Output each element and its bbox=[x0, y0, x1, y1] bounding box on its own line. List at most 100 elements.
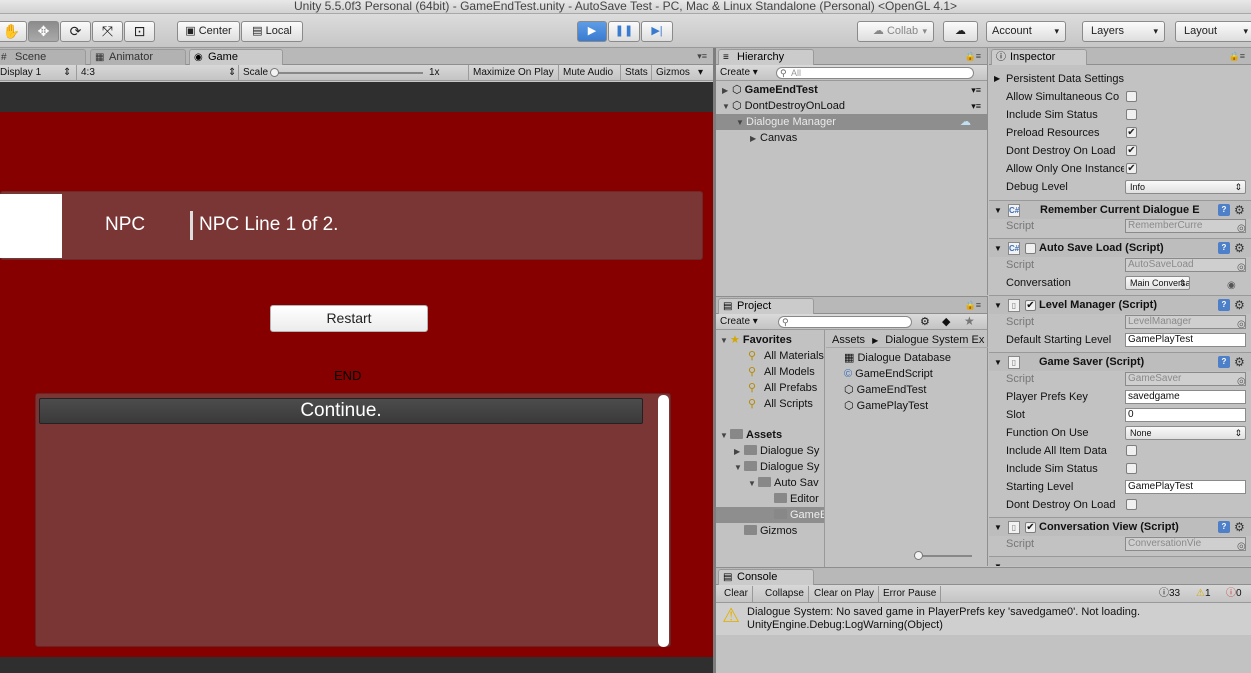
hand-tool-button[interactable]: ✋ bbox=[0, 21, 27, 42]
space-local-button[interactable]: ▤ Local bbox=[241, 21, 303, 42]
tab-game[interactable]: ◉ Game bbox=[189, 49, 283, 65]
conversation-picker-icon[interactable]: ◉ bbox=[1227, 277, 1236, 295]
help-icon[interactable]: ? bbox=[1218, 356, 1230, 368]
asset-gameendtest[interactable]: ⬡ GameEndTest bbox=[826, 382, 988, 398]
folder-dialogue-system-1[interactable]: ▶ Dialogue Sy bbox=[716, 443, 824, 459]
asset-dialogue-database[interactable]: ▦ Dialogue Database bbox=[826, 350, 988, 366]
breadcrumb-current[interactable]: Dialogue System Ex bbox=[885, 334, 984, 346]
level-manager-enabled-checkbox[interactable]: ✔ bbox=[1025, 300, 1036, 311]
scene-menu-icon[interactable]: ▾≡ bbox=[971, 82, 981, 98]
auto-save-load-enabled-checkbox[interactable] bbox=[1025, 243, 1036, 254]
panel-menu-icon[interactable]: 🔒≡ bbox=[965, 300, 981, 311]
tab-console[interactable]: ▤ Console bbox=[718, 569, 814, 585]
conversation-dropdown[interactable]: Main Conversatic bbox=[1125, 276, 1190, 290]
conversation-view-component[interactable]: ▼ ▯ ✔ Conversation View (Script) ? ⚙ bbox=[989, 517, 1251, 536]
collapse-icon[interactable]: ▼ bbox=[994, 557, 1002, 566]
account-dropdown[interactable]: Account bbox=[986, 21, 1066, 42]
conversation-view-script-field[interactable]: ConversationVie bbox=[1125, 537, 1246, 551]
level-manager-script-field[interactable]: LevelManager bbox=[1125, 315, 1246, 329]
function-on-use-dropdown[interactable]: None bbox=[1125, 426, 1246, 440]
panel-menu-icon[interactable]: 🔒≡ bbox=[965, 51, 981, 62]
tab-inspector[interactable]: ⓘ Inspector bbox=[991, 49, 1087, 65]
breadcrumb-assets[interactable]: Assets bbox=[832, 334, 865, 346]
scale-tool-button[interactable]: ⤧ bbox=[92, 21, 123, 42]
gizmos-toggle[interactable]: Gizmos bbox=[656, 66, 690, 80]
step-button[interactable]: ▶| bbox=[641, 21, 673, 42]
rect-tool-button[interactable]: ⊡ bbox=[124, 21, 155, 42]
hierarchy-item-dialogue-manager[interactable]: ▼ Dialogue Manager ☁ bbox=[716, 114, 987, 130]
default-starting-level-input[interactable]: GamePlayTest bbox=[1125, 333, 1246, 347]
object-picker-icon[interactable]: ◎ bbox=[1237, 220, 1246, 238]
favorite-all-prefabs[interactable]: ⚲ All Prefabs bbox=[716, 380, 824, 396]
error-pause-button[interactable]: Error Pause bbox=[879, 586, 942, 602]
icon-size-slider-thumb[interactable] bbox=[914, 551, 923, 560]
collapse-button[interactable]: Collapse bbox=[761, 586, 809, 602]
filter-type-icon[interactable]: ⚙ bbox=[920, 315, 930, 328]
warning-count-toggle[interactable]: ⚠1 bbox=[1196, 586, 1211, 602]
slot-input[interactable]: 0 bbox=[1125, 408, 1246, 422]
pivot-center-button[interactable]: ▣ Center bbox=[177, 21, 240, 42]
mute-audio-toggle[interactable]: Mute Audio bbox=[563, 66, 613, 80]
conversation-view-enabled-checkbox[interactable]: ✔ bbox=[1025, 522, 1036, 533]
game-saver-component[interactable]: ▼ ▯ Game Saver (Script) ? ⚙ bbox=[989, 352, 1251, 371]
favorites-header[interactable]: ▼ ★ Favorites bbox=[716, 332, 824, 348]
response-scrollbar[interactable] bbox=[658, 395, 669, 647]
player-prefs-key-input[interactable]: savedgame bbox=[1125, 390, 1246, 404]
collab-dropdown[interactable]: ☁ Collab bbox=[857, 21, 934, 42]
scene-menu-icon[interactable]: ▾≡ bbox=[971, 98, 981, 114]
debug-level-dropdown[interactable]: Info bbox=[1125, 180, 1246, 194]
clear-on-play-button[interactable]: Clear on Play bbox=[810, 586, 880, 602]
favorite-star-icon[interactable]: ★ bbox=[964, 314, 975, 328]
level-manager-component[interactable]: ▼ ▯ ✔ Level Manager (Script) ? ⚙ bbox=[989, 295, 1251, 314]
tab-project[interactable]: ▤ Project bbox=[718, 298, 814, 314]
folder-gameend[interactable]: GameE bbox=[716, 507, 824, 523]
aspect-dropdown[interactable]: 4:3 bbox=[81, 66, 95, 80]
include-all-item-data-checkbox[interactable] bbox=[1126, 445, 1137, 456]
layers-dropdown[interactable]: Layers bbox=[1082, 21, 1165, 42]
folder-dialogue-system-2[interactable]: ▼ Dialogue Sy bbox=[716, 459, 824, 475]
hierarchy-item-gameendtest[interactable]: ▶ ⬡ GameEndTest ▾≡ bbox=[716, 82, 987, 98]
folder-auto-save[interactable]: ▼ Auto Sav bbox=[716, 475, 824, 491]
starting-level-input[interactable]: GamePlayTest bbox=[1125, 480, 1246, 494]
help-icon[interactable]: ? bbox=[1218, 299, 1230, 311]
move-tool-button[interactable]: ✥ bbox=[28, 21, 59, 42]
help-icon[interactable]: ? bbox=[1218, 242, 1230, 254]
game-saver-dont-destroy-checkbox[interactable] bbox=[1126, 499, 1137, 510]
collapse-icon[interactable]: ▼ bbox=[736, 115, 746, 131]
tab-animator[interactable]: ▦ Animator bbox=[90, 49, 186, 65]
play-button[interactable]: ▶ bbox=[577, 21, 607, 42]
panel-menu-icon[interactable]: 🔒≡ bbox=[1229, 51, 1245, 62]
game-saver-include-sim-checkbox[interactable] bbox=[1126, 463, 1137, 474]
maximize-on-play-toggle[interactable]: Maximize On Play bbox=[473, 66, 554, 80]
display-dropdown[interactable]: Display 1 bbox=[0, 66, 68, 80]
hierarchy-item-dontdestroyonload[interactable]: ▼ ⬡ DontDestroyOnLoad ▾≡ bbox=[716, 98, 987, 114]
continue-button[interactable]: Continue. bbox=[39, 398, 643, 424]
console-log-entry[interactable]: ⚠ Dialogue System: No saved game in Play… bbox=[716, 603, 1251, 635]
clear-button[interactable]: Clear bbox=[720, 586, 753, 602]
info-count-toggle[interactable]: ⓘ33 bbox=[1159, 586, 1180, 602]
gizmos-dropdown-arrow[interactable]: ▾ bbox=[698, 66, 703, 80]
remember-script-field[interactable]: RememberCurre bbox=[1125, 219, 1246, 233]
pause-button[interactable]: ❚❚ bbox=[608, 21, 640, 42]
hierarchy-search-input[interactable]: ⚲ All bbox=[776, 67, 974, 79]
create-dropdown[interactable]: Create ▾ bbox=[720, 315, 758, 328]
preload-resources-checkbox[interactable]: ✔ bbox=[1126, 127, 1137, 138]
stats-toggle[interactable]: Stats bbox=[625, 66, 648, 80]
include-sim-status-checkbox[interactable] bbox=[1126, 109, 1137, 120]
asset-gameendscript[interactable]: © GameEndScript bbox=[826, 366, 988, 382]
error-count-toggle[interactable]: ⓘ0 bbox=[1226, 586, 1242, 602]
panel-menu-icon[interactable]: ▾≡ bbox=[697, 51, 707, 62]
restart-button[interactable]: Restart bbox=[270, 305, 428, 332]
autosave-script-field[interactable]: AutoSaveLoad bbox=[1125, 258, 1246, 272]
object-picker-icon[interactable]: ◎ bbox=[1237, 538, 1246, 556]
scale-slider-track[interactable] bbox=[273, 72, 423, 74]
filter-label-icon[interactable]: ◆ bbox=[942, 315, 950, 328]
tab-scene[interactable]: # Scene bbox=[0, 49, 86, 65]
folder-editor[interactable]: Editor bbox=[716, 491, 824, 507]
cloud-button[interactable]: ☁ bbox=[943, 21, 978, 42]
game-saver-script-field[interactable]: GameSaver bbox=[1125, 372, 1246, 386]
scale-slider-thumb[interactable] bbox=[270, 68, 279, 77]
favorite-all-models[interactable]: ⚲ All Models bbox=[716, 364, 824, 380]
hierarchy-item-canvas[interactable]: ▶ Canvas bbox=[716, 130, 987, 146]
collapse-icon[interactable]: ▼ bbox=[722, 99, 732, 115]
